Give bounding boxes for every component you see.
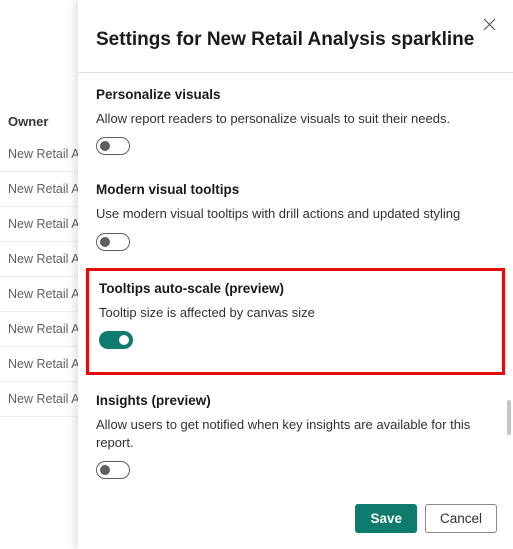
section-title: Tooltips auto-scale (preview) <box>99 281 492 296</box>
section-desc: Use modern visual tooltips with drill ac… <box>96 205 495 223</box>
section-tooltips-autoscale: Tooltips auto-scale (preview) Tooltip si… <box>99 277 492 363</box>
close-icon <box>483 18 496 31</box>
tooltips-autoscale-toggle[interactable] <box>99 331 133 349</box>
section-title: Insights (preview) <box>96 393 495 408</box>
list-item[interactable]: New Retail Ana <box>0 382 78 417</box>
list-item[interactable]: New Retail Ana <box>0 207 78 242</box>
highlight-box: Tooltips auto-scale (preview) Tooltip si… <box>86 268 505 376</box>
list-item[interactable]: New Retail Ana <box>0 137 78 172</box>
personalize-visuals-toggle[interactable] <box>96 137 130 155</box>
section-title: Modern visual tooltips <box>96 182 495 197</box>
close-button[interactable] <box>479 14 499 34</box>
settings-panel: Settings for New Retail Analysis sparkli… <box>78 0 513 549</box>
list-item[interactable]: New Retail Ana <box>0 312 78 347</box>
section-default-summarizations: Default summarizations For aggregated fi… <box>96 492 495 494</box>
list-item[interactable]: New Retail Ana <box>0 277 78 312</box>
scrollbar-thumb[interactable] <box>507 400 511 435</box>
panel-footer: Save Cancel <box>78 494 513 549</box>
modern-tooltips-toggle[interactable] <box>96 233 130 251</box>
panel-body: Personalize visuals Allow report readers… <box>78 72 513 494</box>
section-title: Personalize visuals <box>96 87 495 102</box>
panel-header: Settings for New Retail Analysis sparkli… <box>78 0 513 72</box>
insights-toggle[interactable] <box>96 461 130 479</box>
background-list: Owner New Retail Ana New Retail Ana New … <box>0 110 78 417</box>
owner-column-header: Owner <box>0 110 78 137</box>
panel-title: Settings for New Retail Analysis sparkli… <box>96 28 495 52</box>
section-insights: Insights (preview) Allow users to get no… <box>96 379 495 492</box>
list-item[interactable]: New Retail Ana <box>0 242 78 277</box>
section-desc: Allow report readers to personalize visu… <box>96 110 495 128</box>
section-desc: Tooltip size is affected by canvas size <box>99 304 492 322</box>
cancel-button[interactable]: Cancel <box>425 504 497 533</box>
section-personalize-visuals: Personalize visuals Allow report readers… <box>96 73 495 169</box>
list-item[interactable]: New Retail Ana <box>0 347 78 382</box>
section-desc: Allow users to get notified when key ins… <box>96 416 495 451</box>
save-button[interactable]: Save <box>355 504 417 533</box>
section-modern-tooltips: Modern visual tooltips Use modern visual… <box>96 168 495 264</box>
list-item[interactable]: New Retail Ana <box>0 172 78 207</box>
